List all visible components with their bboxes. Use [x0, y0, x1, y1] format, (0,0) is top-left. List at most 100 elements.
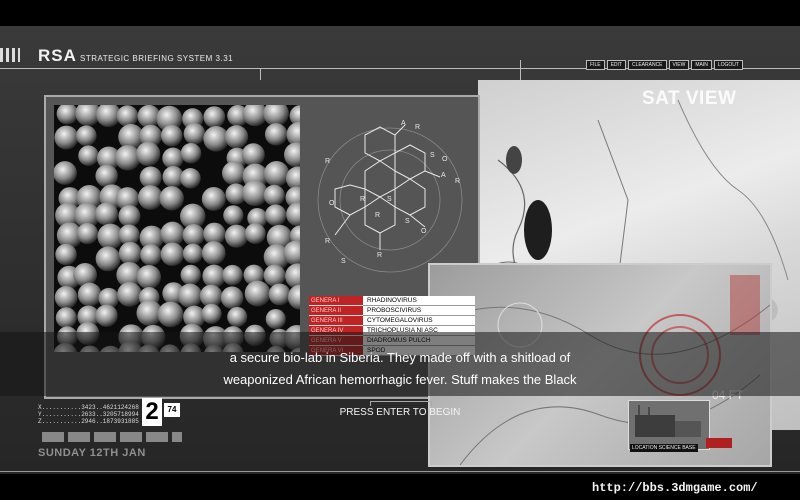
- cell-blob: [160, 124, 183, 147]
- cell-blob: [180, 142, 202, 164]
- coord-x: X...........3423..4621124268: [38, 404, 139, 411]
- cell-blob: [286, 202, 300, 227]
- cell-blob: [263, 161, 290, 187]
- cell-blob: [54, 125, 79, 150]
- svg-text:R: R: [325, 238, 330, 245]
- subtitle-line: weaponized African hemorrhagic fever. St…: [223, 372, 577, 387]
- menu-main[interactable]: MAIN: [691, 60, 712, 70]
- svg-text:S: S: [341, 258, 346, 265]
- header-stripes: [0, 48, 20, 62]
- cell-blob: [201, 241, 226, 265]
- svg-text:A: A: [401, 120, 406, 127]
- cell-blob: [263, 264, 286, 287]
- cell-blob: [202, 264, 226, 288]
- svg-text:S: S: [430, 152, 435, 159]
- header-divider-tick: [520, 60, 521, 80]
- cell-blob: [224, 125, 249, 149]
- genera-value: PROBOSCIVIRUS: [363, 306, 475, 316]
- cell-blob: [139, 166, 162, 189]
- cell-blob: [224, 224, 249, 248]
- cell-blob: [55, 243, 77, 266]
- cell-blob: [95, 164, 118, 188]
- coordinates-readout: X...........3423..4621124268 Y..........…: [38, 404, 139, 425]
- svg-text:R: R: [375, 212, 380, 219]
- genera-value: CYTOMEGALOVIRUS: [363, 316, 475, 326]
- cell-blob: [263, 105, 289, 127]
- cell-blob: [55, 307, 77, 329]
- svg-text:S: S: [387, 196, 392, 203]
- cell-blob: [182, 223, 205, 247]
- genera-row: GENERA II PROBOSCIVIRUS: [309, 306, 475, 316]
- cell-blob: [56, 105, 79, 125]
- cell-blob: [159, 186, 184, 211]
- watermark-url: http://bbs.3dmgame.com/: [592, 481, 758, 495]
- menu-file[interactable]: FILE: [586, 60, 605, 70]
- menu-edit[interactable]: EDIT: [606, 60, 626, 70]
- svg-text:R: R: [415, 124, 420, 131]
- svg-text:O: O: [442, 156, 448, 163]
- svg-text:R: R: [377, 252, 382, 259]
- cell-blob: [244, 280, 271, 307]
- svg-text:A: A: [441, 172, 446, 179]
- genera-key: GENERA I: [309, 296, 363, 306]
- cell-blob: [222, 161, 246, 185]
- cell-blob: [227, 306, 248, 327]
- cell-blob: [77, 282, 102, 307]
- cell-blob: [95, 246, 121, 272]
- cell-blob: [222, 264, 243, 286]
- location-label: LOCATION SCIENCE BASE: [630, 444, 698, 452]
- status-bars: [42, 432, 182, 442]
- coord-y: Y...........2633..3205718994: [38, 411, 139, 418]
- system-title: STRATEGIC BRIEFING SYSTEM 3.31: [80, 54, 234, 63]
- cell-blob: [244, 223, 266, 244]
- subtitle-line: a secure bio-lab in Siberia. They made o…: [229, 350, 571, 365]
- genera-key: GENERA III: [309, 316, 363, 326]
- svg-text:O: O: [421, 228, 427, 235]
- game-screen: R S A STRATEGIC BRIEFING SYSTEM 3.31 FILE …: [0, 0, 800, 500]
- cell-blob: [201, 303, 222, 324]
- cell-blob: [177, 283, 203, 308]
- cell-blob: [140, 244, 162, 266]
- cell-blob: [157, 301, 184, 328]
- svg-text:S: S: [405, 218, 410, 225]
- svg-text:O: O: [329, 200, 335, 207]
- genera-value: RHADINOVIRUS: [363, 296, 475, 306]
- cell-blob: [268, 283, 291, 306]
- cell-blob: [73, 263, 97, 287]
- briefing-subnumber: 74: [164, 403, 180, 417]
- menu-clearance[interactable]: CLEARANCE: [627, 60, 667, 70]
- cell-blob: [118, 205, 141, 228]
- cell-blob: [118, 241, 142, 265]
- cell-blob: [182, 243, 203, 264]
- cell-blob: [136, 141, 161, 167]
- cell-blob: [201, 186, 226, 211]
- menu-view[interactable]: VIEW: [668, 60, 690, 70]
- header-divider-tick: [260, 68, 261, 80]
- menu-logout[interactable]: LOGOUT: [713, 60, 743, 70]
- genera-row: GENERA III CYTOMEGALOVIRUS: [309, 316, 475, 326]
- cell-blob: [264, 123, 288, 146]
- genera-key: GENERA II: [309, 306, 363, 316]
- cell-blob: [263, 184, 285, 206]
- cell-blob: [180, 264, 201, 286]
- coord-z: Z...........2946..1873931885: [38, 418, 139, 425]
- cell-blob: [160, 221, 185, 246]
- cell-blob: [78, 145, 99, 166]
- cell-blob: [76, 125, 97, 146]
- cell-blob: [223, 205, 244, 226]
- cell-blob: [265, 308, 286, 330]
- cell-blob: [287, 284, 300, 310]
- cell-blob: [183, 122, 206, 145]
- svg-text:R: R: [455, 178, 460, 185]
- cell-blob: [203, 106, 226, 128]
- cell-blob: [264, 204, 287, 226]
- letterbox-top: [0, 0, 800, 26]
- cell-blob: [54, 161, 77, 185]
- cell-blob: [95, 304, 118, 327]
- genera-row: GENERA I RHADINOVIRUS: [309, 296, 475, 306]
- briefing-date: SUNDAY 12TH JAN: [38, 447, 146, 459]
- top-menu: FILE EDIT CLEARANCE VIEW MAIN LOGOUT: [586, 60, 745, 70]
- cell-blob: [162, 147, 184, 169]
- sat-view-title: SAT VIEW: [642, 88, 737, 109]
- cell-blob: [95, 202, 118, 226]
